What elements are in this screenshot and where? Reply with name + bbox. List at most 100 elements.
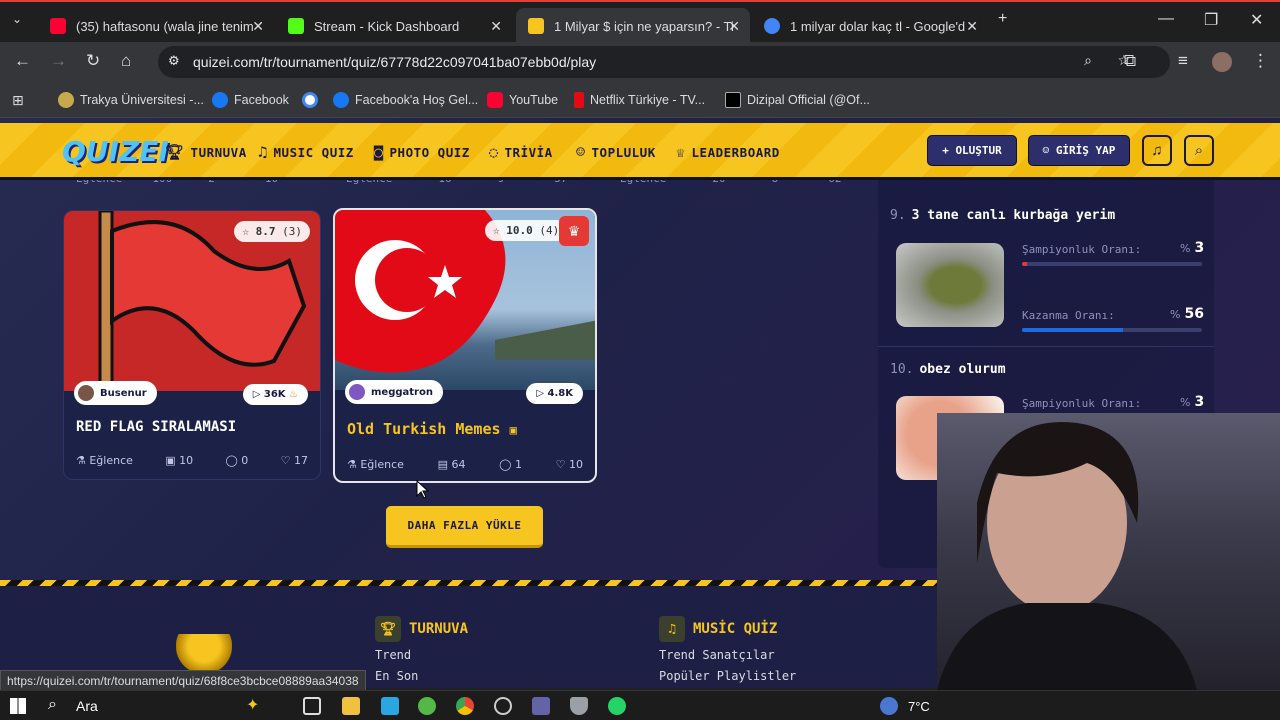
nav-topluluk[interactable]: ☺ TOPLULUK bbox=[576, 143, 656, 161]
google-favicon-icon bbox=[764, 18, 780, 34]
copilot-sparkle-icon[interactable]: ✦ bbox=[246, 695, 259, 715]
music-icon: ♫ bbox=[258, 143, 268, 161]
zoom-icon[interactable]: ⌕ bbox=[1084, 52, 1092, 69]
comments: ◯ 1 bbox=[499, 458, 522, 471]
app-icon[interactable] bbox=[418, 697, 436, 715]
windows-start-icon[interactable] bbox=[10, 698, 26, 714]
quizei-logo[interactable]: QUIZEI bbox=[62, 135, 169, 168]
community-icon: ☺ bbox=[576, 143, 586, 161]
bookmark-dizipal[interactable]: Dizipal Official (@Of... bbox=[725, 92, 870, 108]
avatar bbox=[78, 385, 94, 401]
quiz-meta: ⚗ Eğlence ▤ 64 ◯ 1 ♡ 10 bbox=[347, 458, 583, 471]
taskbar-search-label[interactable]: Ara bbox=[76, 698, 98, 714]
close-tab-icon[interactable]: ✕ bbox=[966, 18, 978, 35]
menu-icon[interactable]: ⋮ bbox=[1252, 51, 1269, 71]
create-button[interactable]: + OLUŞTUR bbox=[927, 135, 1017, 166]
footer-link-trend[interactable]: Trend bbox=[375, 648, 411, 662]
file-explorer-icon[interactable] bbox=[342, 697, 360, 715]
notifications-button[interactable]: ♫ bbox=[1142, 135, 1172, 166]
close-tab-icon[interactable]: ✕ bbox=[252, 18, 264, 35]
tab-google[interactable]: 1 milyar dolar kaç tl - Google'd ✕ bbox=[752, 8, 988, 44]
category-label: Eğlence bbox=[360, 458, 404, 471]
login-button[interactable]: ☺ GİRİŞ YAP bbox=[1028, 135, 1130, 166]
teams-icon[interactable] bbox=[532, 697, 550, 715]
win-rate-fill bbox=[1022, 328, 1123, 332]
likes: ♡ 10 bbox=[556, 458, 583, 471]
media-icon[interactable]: ≡ bbox=[1178, 51, 1188, 71]
win-rate-bar bbox=[1022, 328, 1202, 332]
footer-link-en-son[interactable]: En Son bbox=[375, 669, 418, 683]
bookmark-facebook-hos-geldiniz[interactable]: Facebook'a Hoş Gel... bbox=[333, 92, 478, 108]
bookmark-youtube[interactable]: YouTube bbox=[487, 92, 558, 108]
medal-icon: ♕ bbox=[676, 143, 686, 161]
reload-icon[interactable]: ↻ bbox=[86, 51, 100, 71]
bookmark-facebook[interactable]: Facebook bbox=[212, 92, 289, 108]
nav-photo-quiz[interactable]: ◙ PHOTO QUIZ bbox=[374, 143, 470, 161]
search-button[interactable]: ⌕ bbox=[1184, 135, 1214, 166]
tab-quizei[interactable]: 1 Milyar $ için ne yaparsın? - Ti ✕ bbox=[516, 8, 750, 44]
trakya-icon bbox=[58, 92, 74, 108]
nav-label: TOPLULUK bbox=[591, 144, 656, 160]
plays-badge: ▷ 4.8K bbox=[526, 383, 583, 404]
quiz-card-old-turkish-memes[interactable]: ☆ 10.0 (4) ♛ meggatron ▷ 4.8K Old Turkis… bbox=[333, 208, 597, 483]
footer-link-populer-playlistler[interactable]: Popüler Playlistler bbox=[659, 669, 796, 683]
author-name: Busenur bbox=[100, 387, 147, 399]
youtube-icon bbox=[487, 92, 503, 108]
close-tab-icon[interactable]: ✕ bbox=[728, 18, 740, 35]
restore-icon[interactable]: ❐ bbox=[1204, 10, 1218, 30]
bookmark-google[interactable] bbox=[302, 92, 324, 108]
task-view-icon[interactable] bbox=[303, 697, 321, 715]
win-rate-value: % 56 bbox=[1170, 306, 1204, 322]
nav-music-quiz[interactable]: ♫ MUSIC QUIZ bbox=[258, 143, 354, 161]
back-icon[interactable]: ← bbox=[14, 51, 31, 71]
shield-icon[interactable] bbox=[570, 697, 588, 715]
minimize-icon[interactable]: — bbox=[1158, 10, 1174, 28]
tab-title: 1 Milyar $ için ne yaparsın? - Ti bbox=[554, 18, 734, 34]
questions: ▤ 64 bbox=[438, 458, 466, 471]
streamer-silhouette bbox=[937, 422, 1197, 690]
nav-turnuva[interactable]: 🏆︎ TURNUVA bbox=[165, 143, 247, 161]
leaderboard-item-10-title[interactable]: 10. obez olurum bbox=[890, 362, 1006, 377]
app-icon[interactable] bbox=[381, 697, 399, 715]
extensions-icon[interactable]: ⧉ bbox=[1124, 51, 1136, 71]
music-icon: ♫ bbox=[659, 616, 685, 642]
author-chip[interactable]: Busenur bbox=[74, 381, 157, 405]
bookmark-netflix[interactable]: Netflix Türkiye - TV... bbox=[574, 92, 705, 108]
footer-link-trend-sanatcilar[interactable]: Trend Sanatçılar bbox=[659, 648, 775, 662]
tab-search-icon[interactable]: ⌄ bbox=[12, 12, 22, 26]
championship-rate-label: Şampiyonluk Oranı: bbox=[1022, 243, 1142, 256]
tab-kick[interactable]: Stream - Kick Dashboard ✕ bbox=[276, 8, 512, 44]
home-icon[interactable]: ⌂ bbox=[121, 51, 131, 71]
comment-count: 1 bbox=[514, 458, 522, 471]
plays-badge: ▷ 36K ♨ bbox=[242, 384, 308, 405]
close-tab-icon[interactable]: ✕ bbox=[490, 18, 502, 35]
fire-icon: ♨ bbox=[289, 389, 298, 400]
weather-icon[interactable] bbox=[880, 697, 898, 715]
category-icon: ⚗ bbox=[76, 454, 90, 467]
win-pct: 56 bbox=[1184, 306, 1204, 322]
forward-icon[interactable]: → bbox=[50, 51, 67, 71]
quiz-title[interactable]: Old Turkish Memes ▣ bbox=[347, 420, 517, 438]
tab-youtube[interactable]: (35) haftasonu (wala jine tenim ✕ bbox=[38, 8, 274, 44]
leaderboard-item-9-title[interactable]: 9. 3 tane canlı kurbağa yerim bbox=[890, 208, 1115, 223]
app-icon[interactable] bbox=[494, 697, 512, 715]
site-info-icon[interactable]: ⚙ bbox=[168, 53, 180, 69]
load-more-button[interactable]: DAHA FAZLA YÜKLE bbox=[386, 506, 543, 548]
facebook-icon bbox=[333, 92, 349, 108]
x-icon bbox=[725, 92, 741, 108]
bookmark-trakya[interactable]: Trakya Üniversitesi -... bbox=[58, 92, 204, 108]
profile-avatar[interactable] bbox=[1212, 52, 1232, 72]
quiz-title[interactable]: RED FLAG SIRALAMASI bbox=[76, 419, 236, 435]
new-tab-icon[interactable]: + bbox=[998, 10, 1007, 28]
nav-trivia[interactable]: ◌ TRİVİA bbox=[489, 143, 553, 161]
url-bar[interactable]: ⚙ quizei.com/tr/tournament/quiz/67778d22… bbox=[158, 46, 1170, 78]
chrome-icon[interactable] bbox=[456, 697, 474, 715]
whatsapp-icon[interactable] bbox=[608, 697, 626, 715]
footer-music-quiz-title: ♫ MUSİC QUİZ bbox=[659, 616, 777, 642]
search-icon[interactable]: ⌕ bbox=[48, 696, 57, 714]
quiz-card-red-flag[interactable]: ☆ 8.7 (3) Busenur ▷ 36K ♨ RED FLAG SIRAL… bbox=[63, 210, 321, 480]
author-chip[interactable]: meggatron bbox=[345, 380, 443, 404]
apps-grid-icon[interactable]: ⊞ bbox=[12, 92, 24, 109]
close-window-icon[interactable]: ✕ bbox=[1250, 10, 1263, 30]
nav-leaderboard[interactable]: ♕ LEADERBOARD bbox=[676, 143, 780, 161]
